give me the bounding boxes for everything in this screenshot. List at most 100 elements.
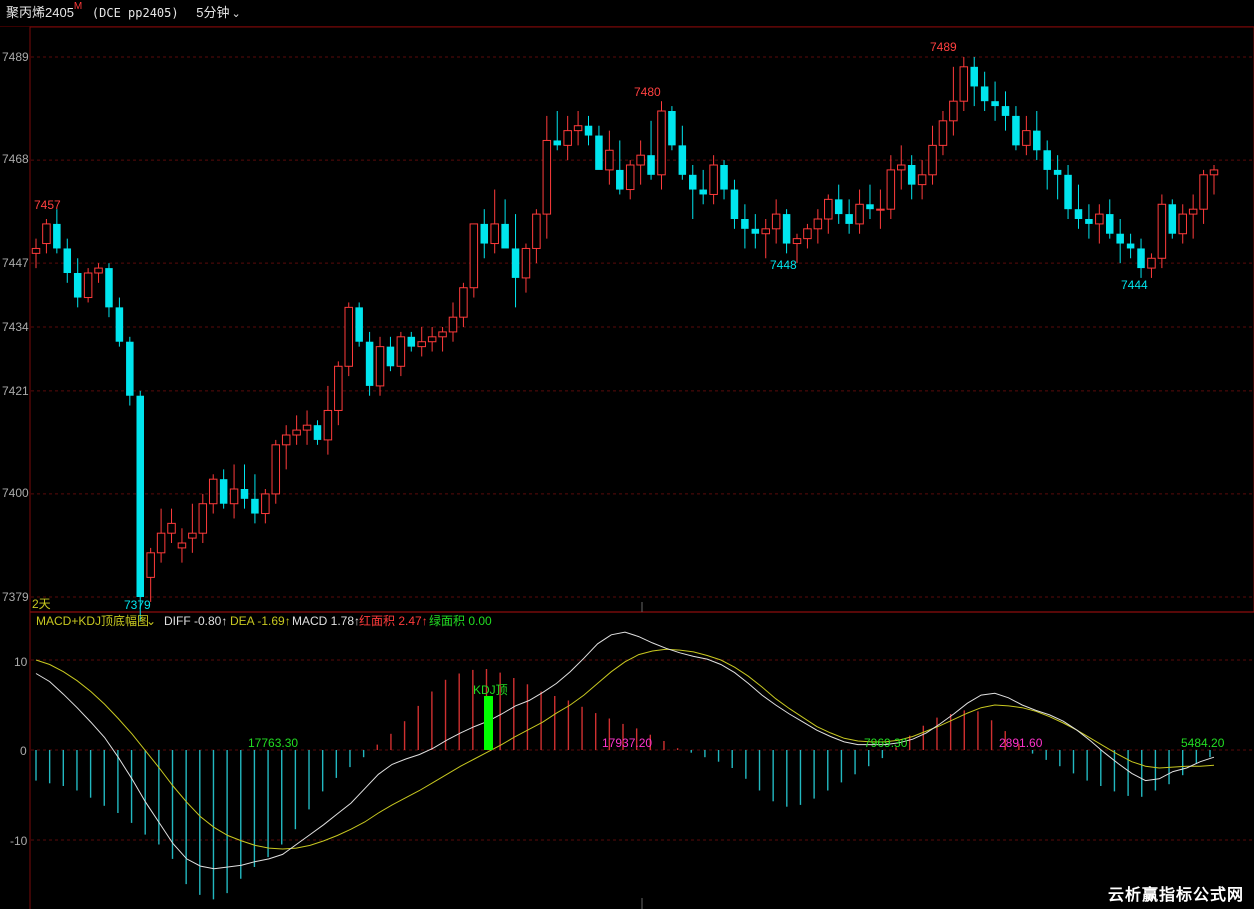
candle-body-down xyxy=(251,498,259,514)
candle-body-down xyxy=(678,145,687,175)
indicator-y-axis: 10 0 -10 xyxy=(10,655,28,848)
candle-body-down xyxy=(730,189,739,219)
candle-body-down xyxy=(1085,219,1093,224)
candle-body-down xyxy=(1168,204,1177,234)
candle-body-down xyxy=(595,135,603,170)
candle-body-up xyxy=(448,316,458,333)
indicator-grid xyxy=(31,659,1254,841)
candle-body-down xyxy=(616,169,624,190)
candle-body-up xyxy=(31,247,41,254)
high-label-7480: 7480 xyxy=(634,85,661,99)
y-tick: -10 xyxy=(10,834,28,848)
kdj-top-bar xyxy=(484,696,493,750)
candle-body-down xyxy=(689,174,697,190)
area-label: 7969.30 xyxy=(864,736,908,750)
candle-body-down xyxy=(782,214,791,244)
candle-body-down xyxy=(63,248,72,273)
diff-label: DIFF -0.80↑ xyxy=(164,614,227,628)
candle-body-down xyxy=(219,479,228,504)
candle-body-up xyxy=(625,164,635,191)
high-label-7457: 7457 xyxy=(34,198,61,212)
candle-body-down xyxy=(1001,106,1010,116)
candle-body-down xyxy=(53,223,61,249)
candle-body-down xyxy=(970,66,978,87)
candle-body-down xyxy=(313,425,322,440)
candle-body-down xyxy=(511,248,520,278)
candle-body-down xyxy=(907,165,916,185)
macd-label: MACD 1.78↑ xyxy=(292,614,360,628)
candle-body-up xyxy=(813,218,823,230)
candle-body-up xyxy=(156,532,166,554)
candle-body-down xyxy=(1105,214,1114,234)
candle-body-down xyxy=(1116,233,1124,244)
candle-body-up xyxy=(563,130,572,146)
candle-body-up xyxy=(459,287,468,318)
candle-body-down xyxy=(834,199,843,215)
day-label: 2天 xyxy=(32,597,51,611)
y-tick: 7489 xyxy=(2,50,29,64)
candle-body-up xyxy=(876,208,885,211)
candle-body-up xyxy=(490,223,499,245)
candle-body-up xyxy=(198,503,208,534)
candle-body-down xyxy=(1033,130,1041,151)
candle-body-up xyxy=(855,203,864,225)
y-tick: 7468 xyxy=(2,152,29,166)
candle-body-up xyxy=(261,493,270,515)
candle-body-up xyxy=(188,532,197,539)
low-label-7379: 7379 xyxy=(124,598,151,612)
candle-body-up xyxy=(146,552,155,578)
price-y-axis: 7489 7468 7447 7434 7421 7400 7379 xyxy=(2,50,29,604)
candle-body-up xyxy=(938,120,948,146)
candle-body-down xyxy=(1012,115,1020,146)
candle-body-up xyxy=(323,409,333,441)
y-tick: 7400 xyxy=(2,486,29,500)
candle-body-up xyxy=(94,267,103,274)
candle-body-down xyxy=(355,307,363,342)
candle-body-up xyxy=(803,228,812,240)
candle-body-up xyxy=(177,542,187,549)
candle-body-up xyxy=(1199,174,1208,210)
candle-body-up xyxy=(1147,257,1156,269)
candle-body-down xyxy=(845,214,853,224)
candle-body-down xyxy=(647,155,655,175)
indicator-chevron-icon[interactable]: ⌄ xyxy=(146,614,156,628)
candle-body-down xyxy=(699,189,707,195)
candle-body-down xyxy=(991,101,999,107)
area-labels: 17763.30 17937.20 7969.30 2891.60 5484.2… xyxy=(248,736,1225,750)
candle-body-up xyxy=(396,336,406,367)
candle-body-down xyxy=(115,307,124,342)
candle-body-up xyxy=(1188,208,1198,215)
candle-body-down xyxy=(240,489,249,499)
candle-body-up xyxy=(344,306,353,367)
candle-body-up xyxy=(605,149,614,171)
indicator-title[interactable]: MACD+KDJ顶底幅图 xyxy=(36,613,149,628)
candle-body-up xyxy=(709,164,718,195)
candle-body-down xyxy=(1053,169,1062,175)
candle-body-up xyxy=(302,424,312,431)
area-label: 5484.20 xyxy=(1181,736,1225,750)
candle-body-down xyxy=(365,341,374,386)
candle-body-up xyxy=(917,174,927,186)
candle-body-up xyxy=(1157,203,1167,259)
kdj-top-label: KDJ顶 xyxy=(473,683,508,697)
candle-body-down xyxy=(1074,209,1083,219)
candle-body-up xyxy=(771,213,781,230)
candle-body-down xyxy=(1043,150,1051,170)
candle-body-down xyxy=(105,268,113,308)
y-tick: 10 xyxy=(14,655,28,669)
candle-body-down xyxy=(1064,174,1072,210)
chart-canvas[interactable]: 7489 7468 7447 7434 7421 7400 7379 7457 … xyxy=(0,0,1254,909)
candle-body-up xyxy=(521,247,531,279)
candle-body-down xyxy=(1137,248,1145,269)
candle-body-down xyxy=(407,336,416,347)
watermark: 云析赢指标公式网 xyxy=(1107,887,1244,904)
candle-body-down xyxy=(73,273,82,298)
candle-body-up xyxy=(792,238,802,245)
candle-body-up xyxy=(167,522,176,534)
candle-body-down xyxy=(751,228,760,234)
area-label: 2891.60 xyxy=(999,736,1043,750)
candle-body-up xyxy=(897,164,906,171)
candle-body-up xyxy=(292,429,301,436)
candle-body-up xyxy=(928,144,937,176)
candle-body-up xyxy=(438,331,447,338)
